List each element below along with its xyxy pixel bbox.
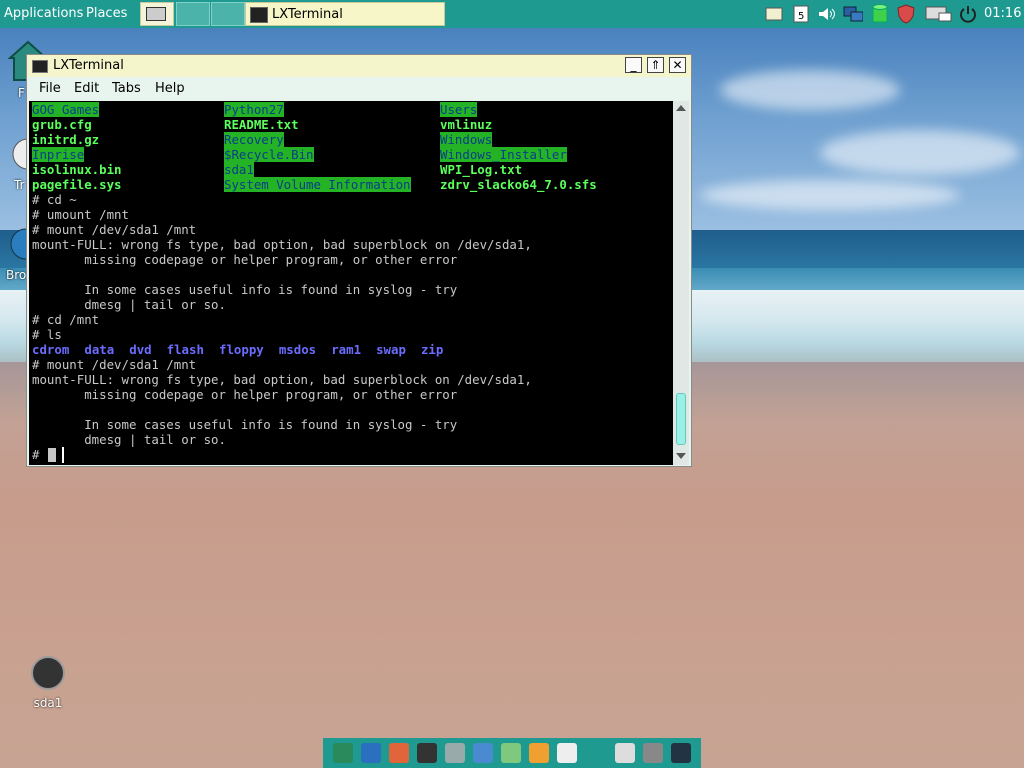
minimize-button[interactable]: _ <box>625 57 642 73</box>
workspace-2[interactable] <box>176 2 210 26</box>
terminal-line: # cd /mnt <box>32 312 100 327</box>
listing-entry: WPI_Log.txt <box>440 162 523 177</box>
editor-icon[interactable] <box>557 743 577 763</box>
listing-entry: pagefile.sys <box>32 177 122 192</box>
files-icon[interactable] <box>445 743 465 763</box>
browser-icon[interactable] <box>361 743 381 763</box>
desktop-icon-label-f: F <box>18 86 25 100</box>
listing-entry: Windows_Installer <box>440 147 567 162</box>
drive-sda1-icon[interactable]: sda1 <box>18 652 78 710</box>
scrollbar-thumb[interactable] <box>676 393 686 445</box>
menu-help[interactable]: Help <box>155 81 185 96</box>
listing-entry: Windows <box>440 132 493 147</box>
listing-entry: System Volume Information <box>224 177 411 192</box>
spreadsheet-icon[interactable] <box>501 743 521 763</box>
listing-entry: Inprise <box>32 147 85 162</box>
terminal-line: mount-FULL: wrong fs type, bad option, b… <box>32 237 532 252</box>
terminal-line: missing codepage or helper program, or o… <box>32 387 458 402</box>
calendar-icon[interactable]: 5 <box>791 4 811 24</box>
ls-entry: dvd <box>129 342 152 357</box>
ls-entry: zip <box>420 342 444 357</box>
database-icon[interactable] <box>870 4 890 24</box>
paint-icon[interactable] <box>529 743 549 763</box>
ls-entry: flash <box>166 342 204 357</box>
desktop-icon-label-bro: Bro <box>6 268 27 282</box>
scroll-down-arrow[interactable] <box>676 453 686 459</box>
workspace-3[interactable] <box>211 2 245 26</box>
folder-icon[interactable] <box>389 743 409 763</box>
terminal-output[interactable]: GOG Games Python27 Users grub.cfg README.txt… <box>29 101 673 465</box>
workspace-1[interactable] <box>140 2 174 26</box>
power-icon[interactable] <box>958 4 978 24</box>
listing-entry: zdrv_slacko64_7.0.sfs <box>440 177 597 192</box>
clock: 01:16 <box>984 6 1022 21</box>
applications-menu[interactable]: Applications <box>4 6 83 21</box>
terminal-line: dmesg | tail or so. <box>32 432 226 447</box>
listing-entry: grub.cfg <box>32 117 92 132</box>
terminal-line: # <box>32 447 47 462</box>
menu-bar: File Edit Tabs Help <box>27 77 691 101</box>
terminal-icon[interactable] <box>417 743 437 763</box>
terminal-line: mount-FULL: wrong fs type, bad option, b… <box>32 372 532 387</box>
terminal-line: # umount /mnt <box>32 207 129 222</box>
terminal-line: # ls <box>32 327 62 342</box>
drive-sda1-label: sda1 <box>33 696 63 710</box>
notes-icon[interactable] <box>764 4 784 24</box>
maximize-button[interactable]: ⇑ <box>647 57 664 73</box>
listing-entry: vmlinuz <box>440 117 493 132</box>
home-icon[interactable] <box>333 743 353 763</box>
terminal-line: In some cases useful info is found in sy… <box>32 417 458 432</box>
menu-file[interactable]: File <box>39 81 61 96</box>
terminal-icon <box>250 7 268 23</box>
terminal-line: missing codepage or helper program, or o… <box>32 252 458 267</box>
bottom-dock <box>323 738 701 768</box>
ls-entry: msdos <box>278 342 317 357</box>
lxterminal-window: LXTerminal _ ⇑ ✕ File Edit Tabs Help GOG… <box>26 54 692 467</box>
listing-entry: README.txt <box>224 117 299 132</box>
terminal-icon <box>32 60 48 73</box>
text-cursor <box>48 448 56 462</box>
window-titlebar[interactable]: LXTerminal _ ⇑ ✕ <box>27 55 691 78</box>
svg-text:5: 5 <box>798 11 804 22</box>
window-title: LXTerminal <box>53 58 124 73</box>
scroll-up-arrow[interactable] <box>676 105 686 111</box>
listing-entry: Users <box>440 102 478 117</box>
terminal-line: # cd ~ <box>32 192 77 207</box>
network-icon[interactable] <box>843 4 863 24</box>
terminal-scrollbar[interactable] <box>673 101 689 465</box>
document-icon[interactable] <box>473 743 493 763</box>
ls-entry: floppy <box>219 342 264 357</box>
top-panel: Applications Places LXTerminal 5 01:16 <box>0 0 1024 28</box>
ls-entry: cdrom <box>32 342 70 357</box>
mouse-ibeam-icon <box>62 447 64 463</box>
screenshot-icon[interactable] <box>643 743 663 763</box>
listing-entry: isolinux.bin <box>32 162 122 177</box>
listing-entry: initrd.gz <box>32 132 100 147</box>
desktop-icon-label-tr: Tr <box>14 178 25 192</box>
listing-entry: Python27 <box>224 102 284 117</box>
menu-edit[interactable]: Edit <box>74 81 99 96</box>
computer-icon[interactable] <box>925 4 953 24</box>
places-menu[interactable]: Places <box>86 6 127 21</box>
close-button[interactable]: ✕ <box>669 57 686 73</box>
taskbar-label: LXTerminal <box>272 7 343 22</box>
shield-icon[interactable] <box>896 4 916 24</box>
ls-entry: data <box>84 342 115 357</box>
taskbar-button-lxterminal[interactable]: LXTerminal <box>245 2 445 26</box>
menu-tabs[interactable]: Tabs <box>112 81 141 96</box>
listing-entry: sda1 <box>224 162 254 177</box>
listing-entry: $Recycle.Bin <box>224 147 314 162</box>
usb-icon[interactable] <box>615 743 635 763</box>
volume-icon[interactable] <box>817 4 837 24</box>
terminal-line: dmesg | tail or so. <box>32 297 226 312</box>
terminal-line: # mount /dev/sda1 /mnt <box>32 222 197 237</box>
terminal-line: # mount /dev/sda1 /mnt <box>32 357 197 372</box>
terminal-line: In some cases useful info is found in sy… <box>32 282 458 297</box>
ls-entry: ram1 <box>331 342 362 357</box>
listing-entry: Recovery <box>224 132 284 147</box>
ls-entry: swap <box>376 342 406 357</box>
package-icon[interactable] <box>671 743 691 763</box>
listing-entry: GOG Games <box>32 102 100 117</box>
disk-icon <box>31 656 65 690</box>
